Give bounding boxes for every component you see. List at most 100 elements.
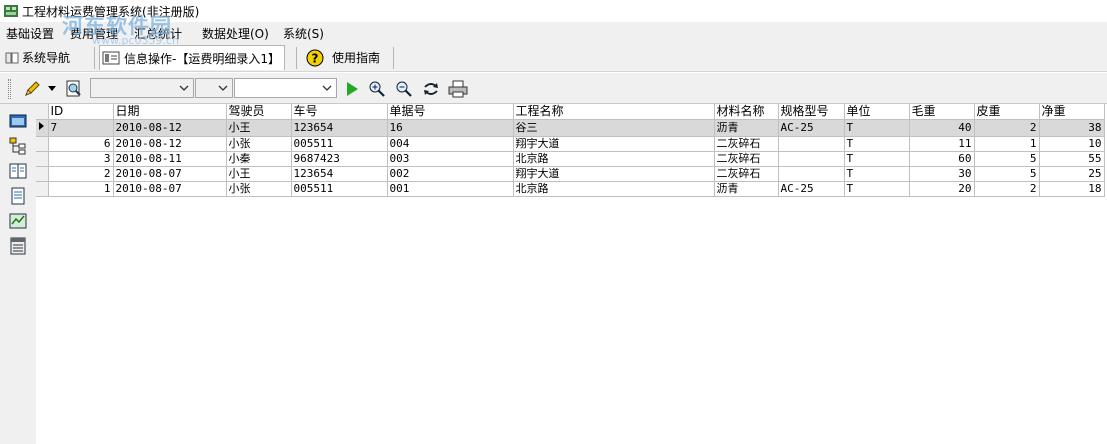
search-add-button[interactable] xyxy=(367,79,387,99)
cell-net[interactable]: 18 xyxy=(1039,181,1105,197)
cell-driver[interactable]: 小秦 xyxy=(226,151,292,167)
cell-project[interactable]: 谷三 xyxy=(513,119,715,137)
column-header[interactable]: 单位 xyxy=(844,104,910,120)
column-header[interactable]: 净重 xyxy=(1039,104,1105,120)
menu-fee-management[interactable]: 费用管理 xyxy=(70,25,118,42)
print-button[interactable] xyxy=(448,79,468,99)
cell-driver[interactable]: 小王 xyxy=(226,166,292,182)
cell-unit[interactable]: T xyxy=(844,119,910,137)
cell-material[interactable]: 二灰碎石 xyxy=(714,166,779,182)
cell-unit[interactable]: T xyxy=(844,181,910,197)
cell-doc[interactable]: 001 xyxy=(387,181,514,197)
cell-driver[interactable]: 小张 xyxy=(226,181,292,197)
cell-doc[interactable]: 002 xyxy=(387,166,514,182)
cell-net[interactable]: 38 xyxy=(1039,119,1105,137)
column-header[interactable]: 皮重 xyxy=(974,104,1040,120)
preview-button[interactable] xyxy=(64,79,84,99)
menu-basic-settings[interactable]: 基础设置 xyxy=(6,25,54,42)
cell-tare[interactable]: 2 xyxy=(974,119,1040,137)
cell-id[interactable]: 7 xyxy=(48,119,114,137)
column-header[interactable]: ID xyxy=(48,104,114,120)
cell-project[interactable]: 北京路 xyxy=(513,151,715,167)
column-header[interactable]: 毛重 xyxy=(909,104,975,120)
cell-spec[interactable]: AC-25 xyxy=(778,181,845,197)
edit-button[interactable] xyxy=(22,79,42,99)
cell-driver[interactable]: 小王 xyxy=(226,119,292,137)
column-header[interactable]: 日期 xyxy=(113,104,227,120)
cell-date[interactable]: 2010-08-11 xyxy=(113,151,227,167)
tree-structure-icon[interactable] xyxy=(9,137,27,155)
cell-spec[interactable] xyxy=(778,151,845,167)
cell-net[interactable]: 55 xyxy=(1039,151,1105,167)
table-row[interactable]: 6 2010-08-12 小张 005511 004 翔宇大道 二灰碎石 T 1… xyxy=(36,136,1105,152)
cell-material[interactable]: 沥青 xyxy=(714,181,779,197)
cell-spec[interactable] xyxy=(778,166,845,182)
cell-date[interactable]: 2010-08-12 xyxy=(113,119,227,137)
cell-project[interactable]: 翔宇大道 xyxy=(513,136,715,152)
column-header[interactable]: 材料名称 xyxy=(714,104,779,120)
cell-id[interactable]: 2 xyxy=(48,166,114,182)
cell-material[interactable]: 二灰碎石 xyxy=(714,136,779,152)
refresh-button[interactable] xyxy=(421,79,441,99)
cell-gross[interactable]: 40 xyxy=(909,119,975,137)
cell-id[interactable]: 1 xyxy=(48,181,114,197)
cell-id[interactable]: 3 xyxy=(48,151,114,167)
table-row[interactable]: 7 2010-08-12 小王 123654 16 谷三 沥青 AC-25 T … xyxy=(36,119,1105,137)
menu-summary-stats[interactable]: 汇总统计 xyxy=(134,25,182,42)
cell-date[interactable]: 2010-08-07 xyxy=(113,181,227,197)
column-header[interactable]: 工程名称 xyxy=(513,104,715,120)
cell-unit[interactable]: T xyxy=(844,166,910,182)
chart-window-icon[interactable] xyxy=(9,212,27,230)
tab-system-navigation[interactable]: 系统导航 xyxy=(4,45,70,70)
cell-unit[interactable]: T xyxy=(844,136,910,152)
run-query-button[interactable] xyxy=(342,79,362,99)
window-icon[interactable] xyxy=(9,112,27,130)
cell-material[interactable]: 沥青 xyxy=(714,119,779,137)
menu-system[interactable]: 系统(S) xyxy=(283,25,324,42)
cell-gross[interactable]: 60 xyxy=(909,151,975,167)
cell-tare[interactable]: 2 xyxy=(974,181,1040,197)
cell-unit[interactable]: T xyxy=(844,151,910,167)
cell-tare[interactable]: 5 xyxy=(974,151,1040,167)
cell-doc[interactable]: 004 xyxy=(387,136,514,152)
edit-dropdown-button[interactable] xyxy=(46,79,58,99)
column-header[interactable]: 驾驶员 xyxy=(226,104,292,120)
cell-car[interactable]: 005511 xyxy=(291,136,388,152)
cell-project[interactable]: 翔宇大道 xyxy=(513,166,715,182)
cell-gross[interactable]: 20 xyxy=(909,181,975,197)
menu-data-processing[interactable]: 数据处理(O) xyxy=(202,25,269,42)
column-header[interactable]: 规格型号 xyxy=(778,104,845,120)
cell-id[interactable]: 6 xyxy=(48,136,114,152)
table-row[interactable]: 3 2010-08-11 小秦 9687423 003 北京路 二灰碎石 T 6… xyxy=(36,151,1105,167)
cell-doc[interactable]: 003 xyxy=(387,151,514,167)
filter-value-select[interactable] xyxy=(234,78,337,98)
cell-material[interactable]: 二灰碎石 xyxy=(714,151,779,167)
cell-driver[interactable]: 小张 xyxy=(226,136,292,152)
filter-field-select[interactable] xyxy=(90,78,194,98)
cell-gross[interactable]: 30 xyxy=(909,166,975,182)
table-row[interactable]: 2 2010-08-07 小王 123654 002 翔宇大道 二灰碎石 T 3… xyxy=(36,166,1105,182)
cell-gross[interactable]: 11 xyxy=(909,136,975,152)
list-icon[interactable] xyxy=(9,237,27,255)
column-header[interactable]: 车号 xyxy=(291,104,388,120)
cell-spec[interactable]: AC-25 xyxy=(778,119,845,137)
cell-spec[interactable] xyxy=(778,136,845,152)
cell-tare[interactable]: 5 xyxy=(974,166,1040,182)
cell-tare[interactable]: 1 xyxy=(974,136,1040,152)
cell-date[interactable]: 2010-08-12 xyxy=(113,136,227,152)
tab-user-guide[interactable]: ? 使用指南 xyxy=(306,45,380,70)
cell-project[interactable]: 北京路 xyxy=(513,181,715,197)
column-header[interactable]: 单据号 xyxy=(387,104,514,120)
book-icon[interactable] xyxy=(9,162,27,180)
freight-detail-grid[interactable]: ID 日期 驾驶员 车号 单据号 工程名称 材料名称 规格型号 单位 毛重 皮重… xyxy=(36,104,1107,444)
cell-car[interactable]: 9687423 xyxy=(291,151,388,167)
tab-info-operation[interactable]: 信息操作-【运费明细录入1】 xyxy=(99,45,285,70)
document-icon[interactable] xyxy=(9,187,27,205)
cell-car[interactable]: 123654 xyxy=(291,166,388,182)
cell-car[interactable]: 123654 xyxy=(291,119,388,137)
table-row[interactable]: 1 2010-08-07 小张 005511 001 北京路 沥青 AC-25 … xyxy=(36,181,1105,197)
search-remove-button[interactable] xyxy=(394,79,414,99)
filter-operator-select[interactable] xyxy=(195,78,233,98)
cell-net[interactable]: 25 xyxy=(1039,166,1105,182)
cell-car[interactable]: 005511 xyxy=(291,181,388,197)
